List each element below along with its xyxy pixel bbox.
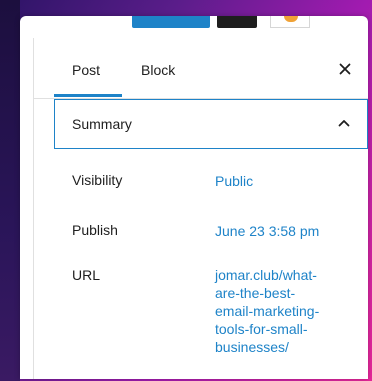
url-line: tools-for-small- bbox=[215, 321, 308, 337]
update-button[interactable] bbox=[132, 16, 210, 28]
summary-panel-toggle[interactable]: Summary bbox=[54, 99, 368, 149]
url-line: jomar.club/what- bbox=[215, 267, 317, 283]
close-sidebar-button[interactable] bbox=[336, 60, 354, 78]
post-url-link[interactable]: jomar.club/what- are-the-best- email-mar… bbox=[215, 266, 345, 356]
settings-button[interactable] bbox=[217, 16, 257, 28]
avatar-image bbox=[284, 16, 298, 22]
close-icon bbox=[339, 63, 351, 75]
tab-post[interactable]: Post bbox=[72, 62, 100, 78]
visibility-label: Visibility bbox=[72, 172, 123, 188]
url-label: URL bbox=[72, 267, 101, 283]
active-tab-indicator bbox=[54, 94, 122, 97]
avatar[interactable] bbox=[270, 16, 310, 28]
tab-block[interactable]: Block bbox=[141, 62, 175, 78]
url-line: businesses/ bbox=[215, 339, 289, 355]
url-line: email-marketing- bbox=[215, 303, 320, 319]
desktop-background-left bbox=[0, 0, 20, 381]
publish-label: Publish bbox=[72, 222, 118, 238]
settings-sidebar: Post Block Summary Visibility Public Pub… bbox=[33, 38, 368, 379]
sidebar-tabs: Post Block bbox=[34, 38, 368, 99]
summary-title: Summary bbox=[72, 116, 132, 132]
chevron-up-icon bbox=[338, 120, 350, 127]
url-line: are-the-best- bbox=[215, 285, 296, 301]
publish-date-value[interactable]: June 23 3:58 pm bbox=[215, 222, 319, 240]
visibility-value[interactable]: Public bbox=[215, 172, 253, 190]
